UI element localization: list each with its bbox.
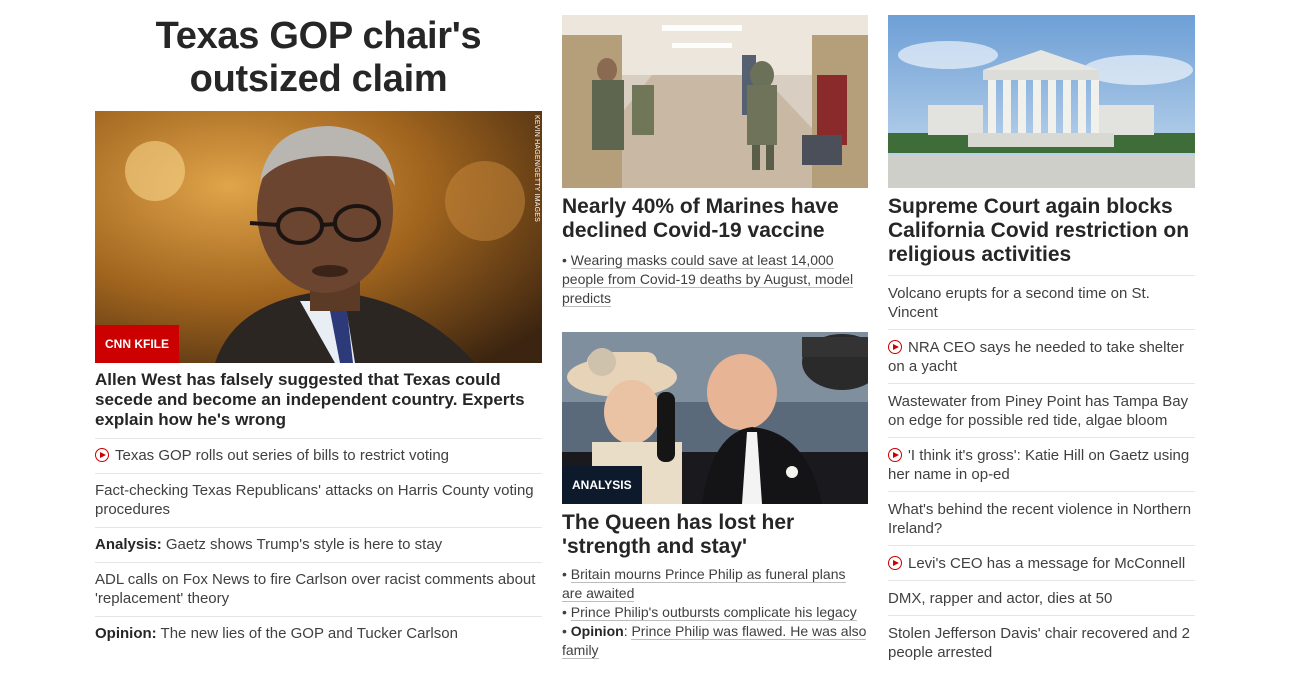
- marines-story-photo[interactable]: [562, 15, 868, 188]
- list-item[interactable]: Fact-checking Texas Republicans' attacks…: [95, 473, 542, 527]
- queen-related-list: • Britain mourns Prince Philip as funera…: [562, 565, 868, 660]
- queen-story-photo[interactable]: ANALYSIS: [562, 332, 868, 504]
- list-item[interactable]: NRA CEO says he needed to take shelter o…: [888, 329, 1195, 383]
- list-item[interactable]: 'I think it's gross': Katie Hill on Gaet…: [888, 437, 1195, 491]
- headlines-list: Volcano erupts for a second time on St. …: [888, 275, 1195, 669]
- lead-story-photo[interactable]: KEVIN HAGEN/GETTY IMAGES CNN KFILE: [95, 111, 542, 363]
- list-item[interactable]: What's behind the recent violence in Nor…: [888, 491, 1195, 545]
- list-item[interactable]: • Opinion: Prince Philip was flawed. He …: [562, 622, 868, 660]
- list-item[interactable]: ADL calls on Fox News to fire Carlson ov…: [95, 562, 542, 616]
- lead-story-title[interactable]: Allen West has falsely suggested that Te…: [95, 370, 542, 438]
- opinion-label: Opinion:: [95, 625, 157, 642]
- video-play-icon: [888, 556, 902, 570]
- related-headlines-list: Texas GOP rolls out series of bills to r…: [95, 438, 542, 651]
- video-play-icon: [888, 340, 902, 354]
- list-item[interactable]: Levi's CEO has a message for McConnell: [888, 545, 1195, 580]
- middle-column: Nearly 40% of Marines have declined Covi…: [562, 0, 868, 660]
- list-item[interactable]: • Prince Philip's outbursts complicate h…: [562, 603, 868, 622]
- analysis-label: Analysis:: [95, 536, 162, 553]
- video-play-icon: [888, 448, 902, 462]
- queen-story-title[interactable]: The Queen has lost her 'strength and sta…: [562, 511, 868, 559]
- list-item[interactable]: DMX, rapper and actor, dies at 50: [888, 580, 1195, 615]
- lead-headline[interactable]: Texas GOP chair's outsized claim: [95, 15, 542, 111]
- photo-credit: KEVIN HAGEN/GETTY IMAGES: [533, 115, 540, 222]
- video-play-icon: [95, 448, 109, 462]
- list-item[interactable]: • Wearing masks could save at least 14,0…: [562, 251, 868, 308]
- list-item[interactable]: Opinion: The new lies of the GOP and Tuc…: [95, 616, 542, 651]
- kicker-label[interactable]: CNN KFILE: [95, 325, 179, 363]
- opinion-label: Opinion: [570, 623, 624, 639]
- list-item[interactable]: Wastewater from Piney Point has Tampa Ba…: [888, 383, 1195, 437]
- analysis-kicker[interactable]: ANALYSIS: [562, 466, 642, 504]
- marines-related-list: • Wearing masks could save at least 14,0…: [562, 251, 868, 308]
- marines-story-title[interactable]: Nearly 40% of Marines have declined Covi…: [562, 195, 868, 243]
- list-item[interactable]: • Britain mourns Prince Philip as funera…: [562, 565, 868, 603]
- lead-story-column: Texas GOP chair's outsized claim KEVIN H…: [95, 0, 542, 651]
- supreme-court-photo[interactable]: [888, 15, 1195, 188]
- supreme-court-story-title[interactable]: Supreme Court again blocks California Co…: [888, 195, 1195, 275]
- list-item[interactable]: Stolen Jefferson Davis' chair recovered …: [888, 615, 1195, 669]
- right-column: Supreme Court again blocks California Co…: [888, 0, 1195, 669]
- marines-hallway-photo: [562, 15, 868, 188]
- list-item[interactable]: Analysis: Gaetz shows Trump's style is h…: [95, 527, 542, 562]
- list-item[interactable]: Volcano erupts for a second time on St. …: [888, 275, 1195, 329]
- list-item[interactable]: Texas GOP rolls out series of bills to r…: [95, 438, 542, 473]
- supreme-court-building-photo: [888, 15, 1195, 188]
